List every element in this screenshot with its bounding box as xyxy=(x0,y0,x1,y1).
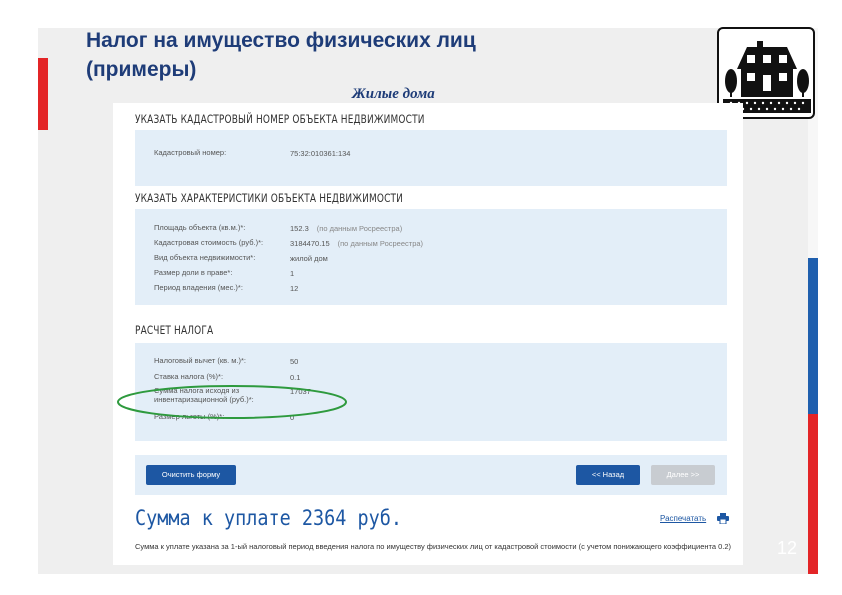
characteristic-row: Площадь объекта (кв.м.)*: 152.3 (по данным… xyxy=(154,223,403,233)
tax-calculator-screenshot: УКАЗАТЬ КАДАСТРОВЫЙ НОМЕР ОБЪЕКТА НЕДВИЖ… xyxy=(113,103,743,565)
total-tax-amount: Сумма к уплате 2364 руб. xyxy=(135,506,403,530)
ownership-period-input[interactable]: 12 xyxy=(290,284,298,293)
slide-title: Налог на имущество физических лиц (приме… xyxy=(86,26,476,84)
object-type-label: Вид объекта недвижимости*: xyxy=(154,253,256,262)
slide-page-number: 12 xyxy=(777,538,798,558)
deduction-input[interactable]: 50 xyxy=(290,357,298,366)
area-label: Площадь объекта (кв.м.)*: xyxy=(154,223,246,232)
slide-title-line2: (примеры) xyxy=(86,58,197,81)
characteristics-panel: Площадь объекта (кв.м.)*: 152.3 (по данным… xyxy=(135,209,727,305)
form-actions-panel: Очистить форму << Назад Далее >> xyxy=(135,455,727,495)
calculation-row: Ставка налога (%)*: 0.1 xyxy=(154,372,300,382)
next-button[interactable]: Далее >> xyxy=(651,465,715,485)
cadastral-label: Кадастровый номер: xyxy=(154,148,227,157)
section-characteristics-title: УКАЗАТЬ ХАРАКТЕРИСТИКИ ОБЪЕКТА НЕДВИЖИМО… xyxy=(135,191,403,205)
printer-icon[interactable] xyxy=(717,513,729,524)
cadastral-value-source-note: (по данным Росреестра) xyxy=(337,239,424,248)
cadastral-value-input[interactable]: 3184470.15 xyxy=(290,239,330,248)
title-accent-bar xyxy=(38,58,48,130)
cadastral-value-label: Кадастровая стоимость (руб.)*: xyxy=(154,238,264,247)
area-input[interactable]: 152.3 xyxy=(290,224,309,233)
characteristic-row: Кадастровая стоимость (руб.)*: 3184470.15… xyxy=(154,238,424,248)
characteristic-row: Размер доли в праве*: 1 xyxy=(154,268,294,278)
cadastral-input[interactable]: 75:32:010361:134 xyxy=(290,149,350,158)
calculation-row: Налоговый вычет (кв. м.)*: 50 xyxy=(154,356,298,366)
flag-stripe-blue xyxy=(808,258,818,414)
print-link[interactable]: Распечатать xyxy=(660,514,706,523)
flag-stripe-red xyxy=(808,414,818,574)
area-source-note: (по данным Росреестра) xyxy=(316,224,403,233)
object-type-select[interactable]: жилой дом xyxy=(290,254,328,263)
section-cadastral-title: УКАЗАТЬ КАДАСТРОВЫЙ НОМЕР ОБЪЕКТА НЕДВИЖ… xyxy=(135,112,425,126)
back-button[interactable]: << Назад xyxy=(576,465,640,485)
ownership-period-label: Период владения (мес.)*: xyxy=(154,283,243,292)
cadastral-row: Кадастровый номер: 75:32:010361:134 xyxy=(154,148,350,158)
section-calculation-title: РАСЧЕТ НАЛОГА xyxy=(135,323,214,337)
result-footnote: Сумма к уплате указана за 1-ый налоговый… xyxy=(135,542,732,551)
tax-rate-input[interactable]: 0.1 xyxy=(290,373,300,382)
slide-title-line1: Налог на имущество физических лиц xyxy=(86,29,476,52)
deduction-label: Налоговый вычет (кв. м.)*: xyxy=(154,356,247,365)
characteristic-row: Период владения (мес.)*: 12 xyxy=(154,283,298,293)
tax-rate-label: Ставка налога (%)*: xyxy=(154,372,224,381)
clear-form-button[interactable]: Очистить форму xyxy=(146,465,236,485)
cadastral-panel: Кадастровый номер: 75:32:010361:134 xyxy=(135,130,727,186)
characteristic-row: Вид объекта недвижимости*: жилой дом xyxy=(154,253,328,263)
share-input[interactable]: 1 xyxy=(290,269,294,278)
share-label: Размер доли в праве*: xyxy=(154,268,233,277)
highlight-ellipse xyxy=(117,385,347,419)
slide-subtitle: Жилые дома xyxy=(352,86,435,102)
